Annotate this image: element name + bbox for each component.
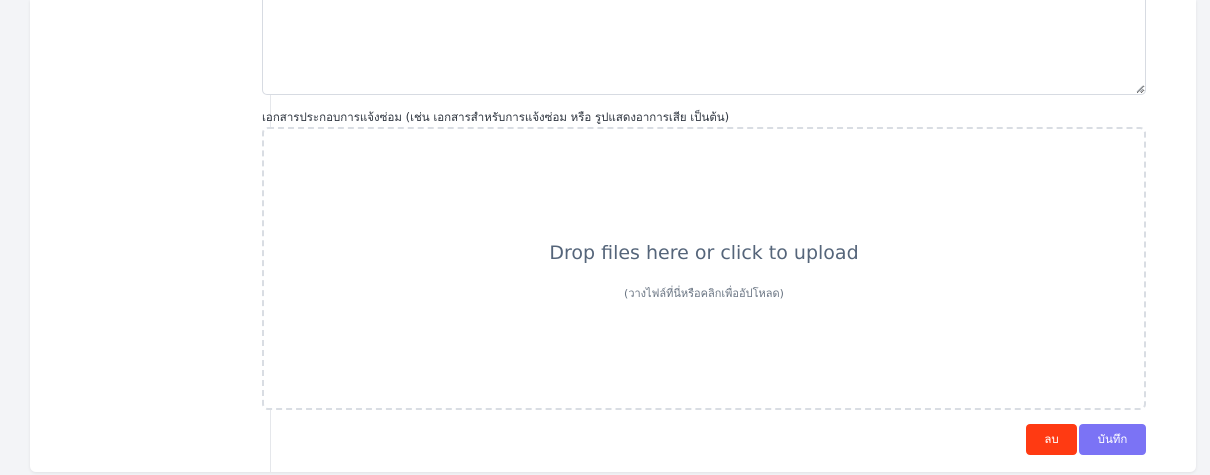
attachments-label: เอกสารประกอบการแจ้งซ่อม (เช่น เอกสารสำหร… (262, 110, 730, 124)
left-column (30, 0, 271, 472)
page: เอกสารประกอบการแจ้งซ่อม (เช่น เอกสารสำหร… (0, 0, 1210, 475)
file-dropzone[interactable]: Drop files here or click to upload (วางไ… (262, 127, 1146, 410)
dropzone-subtitle: (วางไฟล์ที่นี่หรือคลิกเพื่ออัปโหลด) (624, 287, 784, 300)
delete-button[interactable]: ลบ (1026, 424, 1077, 455)
dropzone-title: Drop files here or click to upload (549, 242, 859, 264)
description-textarea[interactable] (262, 0, 1146, 95)
save-button[interactable]: บันทึก (1079, 424, 1146, 455)
